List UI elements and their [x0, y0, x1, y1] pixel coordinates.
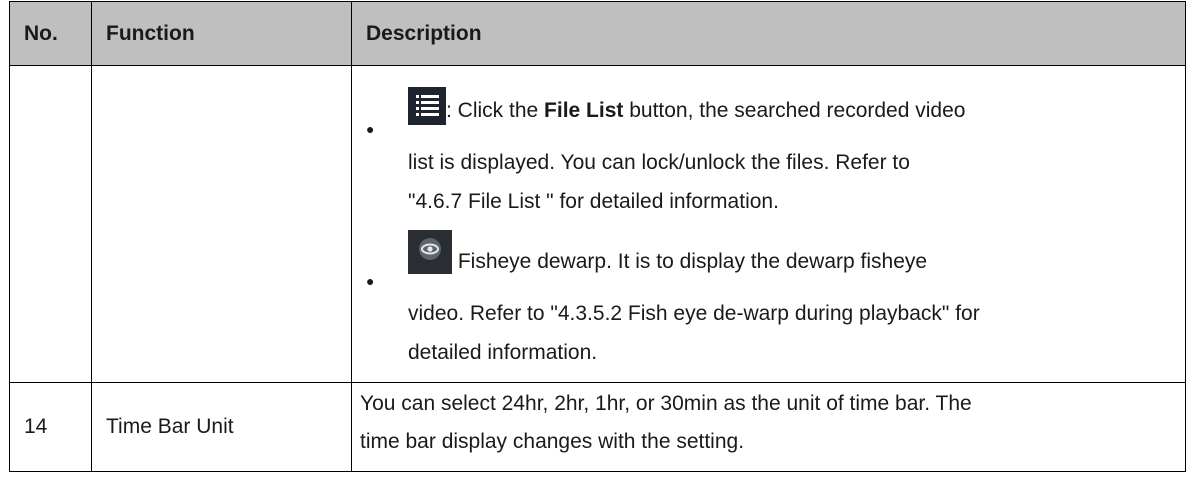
cell-no	[9, 65, 92, 383]
header-description: Description	[351, 1, 1186, 66]
file-list-icon	[408, 87, 446, 125]
table-row: 14 Time Bar Unit You can select 24hr, 2h…	[9, 382, 1186, 472]
fisheye-text-line1: Fisheye dewarp. It is to display the dew…	[452, 250, 928, 273]
file-list-text-line2: list is displayed. You can lock/unlock t…	[408, 151, 910, 174]
file-list-text-prefix: : Click the	[446, 99, 545, 122]
header-function: Function	[91, 1, 352, 66]
cell-function: Time Bar Unit	[91, 382, 352, 472]
bullet-dot: ●	[366, 121, 375, 137]
table-row: ●: Click the File List button, the sear…	[9, 65, 1186, 383]
cell-description: ●: Click the File List button, the sear…	[351, 65, 1186, 383]
function-table: No. Function Description ●: Click the F…	[9, 1, 1186, 472]
cell-no: 14	[9, 382, 92, 472]
file-list-text-line3: "4.6.7 File List " for detailed informat…	[408, 190, 779, 213]
time-bar-text-line2: time bar display changes with the settin…	[360, 430, 745, 453]
file-list-bold-label: File List	[544, 99, 624, 122]
description-bullet-list: ●: Click the File List button, the sear…	[352, 66, 1185, 371]
file-list-text-suffix: button, the searched recorded video	[623, 99, 966, 122]
list-item: ●: Click the File List button, the sear…	[352, 66, 1185, 220]
cell-description: You can select 24hr, 2hr, 1hr, or 30min …	[351, 382, 1186, 472]
table-header-row: No. Function Description	[9, 1, 1186, 66]
cell-function	[91, 65, 352, 383]
fisheye-dewarp-icon	[408, 230, 452, 274]
header-no: No.	[9, 1, 92, 66]
time-bar-text-line1: You can select 24hr, 2hr, 1hr, or 30min …	[360, 392, 972, 415]
bullet-dot: ●	[366, 273, 375, 289]
fisheye-text-line3: detailed information.	[408, 341, 598, 364]
fisheye-text-line2: video. Refer to "4.3.5.2 Fish eye de-war…	[408, 302, 980, 325]
list-item: ● Fisheye dewarp. It is to display the d…	[352, 220, 1185, 371]
